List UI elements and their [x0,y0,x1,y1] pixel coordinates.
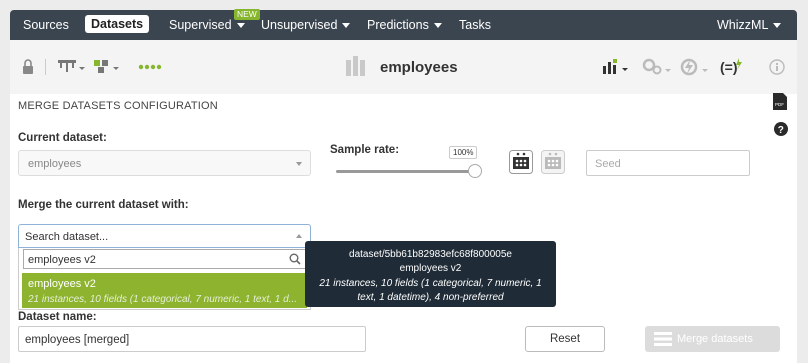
tooltip-dataset-name: employees v2 [399,263,462,274]
sample-rate-value: 100% [449,146,478,159]
chevron-down-icon [296,162,302,166]
nav-datasets[interactable]: Datasets [85,15,150,33]
formula-icon[interactable]: (=) [720,57,744,77]
nav-whizzml[interactable]: WhizzML [717,18,782,32]
dataset-search-input[interactable]: employees v2 [23,249,306,269]
search-dataset-label: Search dataset... [25,231,109,243]
merge-datasets-label: Merge datasets [677,333,753,345]
tooltip-details-1: 21 instances, 10 fields (1 categorical, … [319,278,542,289]
reset-button[interactable]: Reset [525,326,605,352]
dataset-icon [346,56,365,76]
current-dataset-value: employees [28,158,82,170]
nav-predictions[interactable]: Predictions [367,18,442,32]
current-dataset-select[interactable]: employees [18,150,311,176]
dataset-search-select[interactable]: Search dataset... [18,224,311,248]
model-config-icon[interactable] [94,58,122,76]
seed-placeholder: Seed [595,158,621,170]
dataset-tooltip: dataset/5bb61b82983efc68f800005e employe… [305,241,556,307]
svg-text:PDF: PDF [775,102,784,107]
pdf-icon[interactable]: PDF [773,93,787,110]
dataset-name-input[interactable]: employees [merged] [18,326,366,352]
chevron-up-icon [296,234,302,238]
section-title: MERGE DATASETS CONFIGURATION [18,100,218,112]
lock-icon[interactable] [22,59,34,75]
dataset-search-query: employees v2 [28,254,96,266]
gears-icon[interactable] [642,58,672,76]
tree-network-icon[interactable] [58,59,86,75]
chevron-down-icon [773,23,782,29]
search-icon [289,253,301,265]
chevron-down-icon [342,23,351,29]
nav-tasks[interactable]: Tasks [459,18,491,32]
seed-input[interactable]: Seed [586,150,750,176]
dots-icon[interactable] [138,64,166,70]
sample-rate-slider-handle[interactable] [468,164,482,178]
scatterplot-icon[interactable] [603,58,631,76]
svg-text:(=): (=) [720,59,738,75]
tooltip-details-2: text, 1 datetime), 4 non-preferred [357,292,504,303]
chevron-down-icon [236,23,245,29]
nav-sources[interactable]: Sources [23,18,69,32]
tooltip-dataset-id: dataset/5bb61b82983efc68f800005e [349,249,512,260]
page-title: employees [380,59,458,76]
nav-unsupervised-label: Unsupervised [261,18,338,32]
chevron-down-icon [433,23,442,29]
list-icon [654,332,672,346]
sample-rate-label: Sample rate: [330,144,400,156]
current-dataset-label: Current dataset: [18,132,107,144]
new-badge: NEW [234,9,260,20]
result-name: employees v2 [28,278,96,290]
replacement-sampling-icon[interactable] [509,150,533,174]
info-icon[interactable] [769,59,785,75]
dataset-name-value: employees [merged] [25,334,130,346]
sample-rate-slider[interactable] [336,170,476,173]
nav-whizzml-label: WhizzML [717,18,769,32]
nav-supervised-label: Supervised [169,18,232,32]
svg-text:?: ? [778,125,784,136]
help-icon[interactable]: ? [774,122,788,136]
nav-unsupervised[interactable]: Unsupervised [261,18,351,32]
nav-supervised[interactable]: Supervised [169,18,245,32]
bolt-icon[interactable] [680,58,710,76]
out-of-bag-icon[interactable] [541,150,565,174]
dataset-name-label: Dataset name: [18,311,97,323]
merge-datasets-button[interactable]: Merge datasets [645,326,780,352]
merge-with-label: Merge the current dataset with: [18,199,189,211]
dataset-result-item[interactable]: employees v2 21 instances, 10 fields (1 … [22,273,307,308]
top-nav: Sources Datasets Supervised Unsupervised… [10,10,797,40]
result-details: 21 instances, 10 fields (1 categorical, … [28,294,298,305]
nav-predictions-label: Predictions [367,18,429,32]
